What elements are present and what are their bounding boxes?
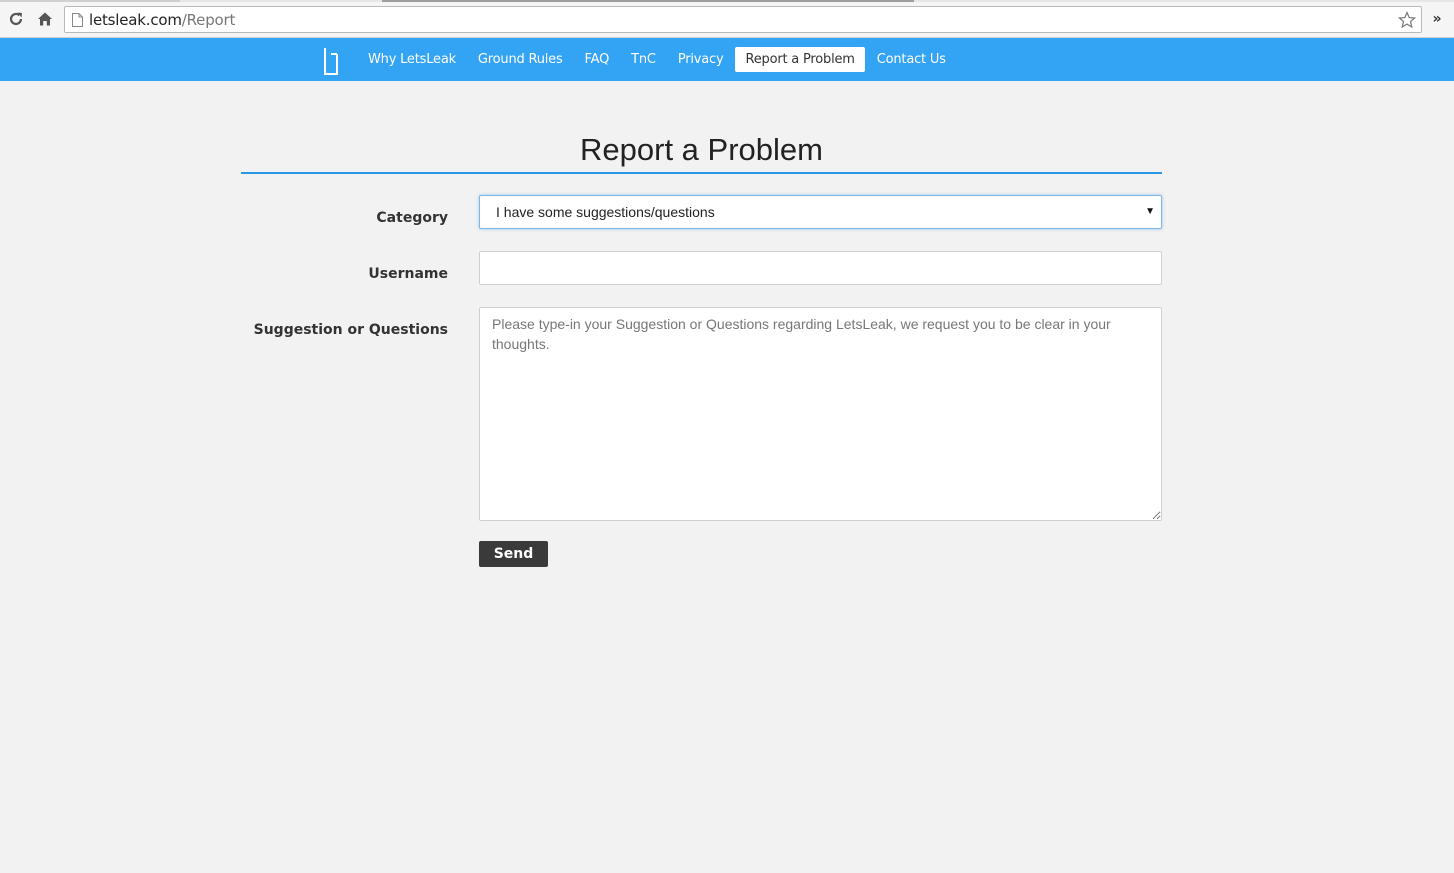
- nav-link-why-letsleak[interactable]: Why LetsLeak: [358, 47, 466, 72]
- nav-links: Why LetsLeak Ground Rules FAQ TnC Privac…: [358, 47, 958, 72]
- address-bar[interactable]: letsleak.com/Report: [64, 6, 1422, 33]
- tab-strip: [0, 0, 1454, 2]
- suggestion-label: Suggestion or Questions: [253, 322, 448, 338]
- browser-toolbar: letsleak.com/Report »: [0, 0, 1454, 38]
- url-host: letsleak.com: [89, 10, 182, 29]
- nav-link-privacy[interactable]: Privacy: [668, 47, 734, 72]
- site-logo[interactable]: [322, 46, 340, 76]
- url-text: letsleak.com/Report: [89, 11, 235, 29]
- page-title: Report a Problem: [580, 132, 823, 167]
- dropdown-caret-icon: ▼: [1145, 206, 1155, 217]
- username-input[interactable]: [479, 251, 1162, 285]
- nav-link-tnc[interactable]: TnC: [621, 47, 666, 72]
- url-path: /Report: [181, 10, 236, 29]
- category-select[interactable]: I have some suggestions/questions ▼: [479, 195, 1162, 229]
- suggestion-textarea[interactable]: [479, 307, 1162, 521]
- star-icon[interactable]: [1397, 10, 1417, 30]
- nav-link-faq[interactable]: FAQ: [575, 47, 620, 72]
- title-divider: [241, 172, 1162, 174]
- reload-icon[interactable]: [6, 9, 26, 29]
- chevron-more-icon[interactable]: »: [1430, 10, 1444, 28]
- nav-link-report-a-problem[interactable]: Report a Problem: [735, 47, 865, 72]
- category-selected-value: I have some suggestions/questions: [496, 204, 715, 220]
- home-icon[interactable]: [35, 9, 55, 29]
- send-button[interactable]: Send: [479, 541, 548, 567]
- page-icon: [71, 12, 83, 27]
- nav-link-contact-us[interactable]: Contact Us: [867, 47, 956, 72]
- nav-link-ground-rules[interactable]: Ground Rules: [468, 47, 573, 72]
- category-label: Category: [376, 210, 448, 226]
- site-navbar: Why LetsLeak Ground Rules FAQ TnC Privac…: [0, 38, 1454, 81]
- username-label: Username: [368, 266, 448, 282]
